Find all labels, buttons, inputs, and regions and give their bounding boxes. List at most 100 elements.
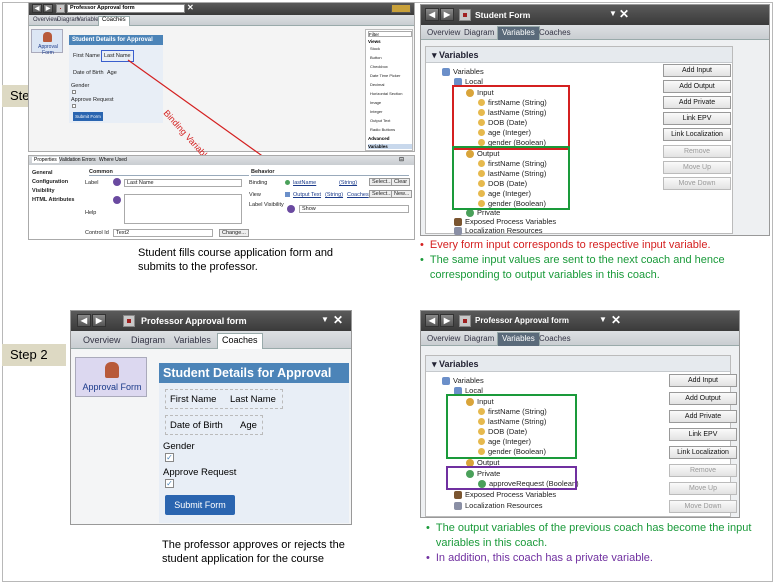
step2-notes: • The output variables of the previous co…: [426, 521, 766, 566]
epv-icon: [454, 490, 462, 499]
dob-label: Date of Birth: [170, 420, 223, 431]
nav-visibility[interactable]: Visibility: [32, 188, 55, 194]
nav-general[interactable]: General: [32, 170, 52, 176]
student-titlebar: ◀ ▶ Student Form ▼ ✕: [421, 5, 769, 25]
tree-label: Exposed Process Variables: [465, 217, 557, 226]
add-input-button[interactable]: Add Input: [669, 374, 737, 387]
add-output-button[interactable]: Add Output: [669, 392, 737, 405]
form-header: Student Details for Approval: [159, 363, 349, 383]
forward-arrow-icon[interactable]: ▶: [440, 314, 454, 327]
add-private-button[interactable]: Add Private: [663, 96, 731, 109]
tab-variables[interactable]: Variables: [497, 332, 540, 346]
link-localization-button[interactable]: Link Localization: [669, 446, 737, 459]
tab-variables[interactable]: Variables: [174, 335, 211, 345]
tab-coaches[interactable]: Coaches: [539, 334, 571, 343]
tab-overview[interactable]: Overview: [427, 28, 460, 37]
collapse-icon[interactable]: ▾: [432, 50, 439, 60]
view-value[interactable]: Output Text: [293, 192, 321, 198]
move-down-button[interactable]: Move Down: [663, 177, 731, 190]
remove-button[interactable]: Remove: [669, 464, 737, 477]
nav-configuration[interactable]: Configuration: [32, 179, 68, 185]
add-output-button[interactable]: Add Output: [663, 80, 731, 93]
add-input-button[interactable]: Add Input: [663, 64, 731, 77]
link-epv-button[interactable]: Link EPV: [669, 428, 737, 441]
gender-checkbox[interactable]: ✓: [165, 453, 174, 462]
back-arrow-icon[interactable]: ◀: [425, 8, 439, 21]
submit-form-button[interactable]: Submit Form: [165, 495, 235, 515]
close-icon[interactable]: ✕: [619, 7, 629, 21]
step2-form-window: ◀ ▶ Professor Approval form ▼ ✕ Overview…: [70, 310, 352, 525]
tab-properties[interactable]: Properties: [32, 157, 59, 163]
approve-checkbox[interactable]: ✓: [165, 479, 174, 488]
new-view-button[interactable]: New...: [391, 190, 413, 198]
label-field[interactable]: Last Name: [124, 179, 242, 187]
tab-where-used[interactable]: Where Used: [99, 157, 127, 163]
window-title: Professor Approval form: [475, 316, 569, 325]
dropdown-icon[interactable]: ▼: [609, 9, 617, 18]
label-visibility-select[interactable]: Show: [299, 205, 409, 213]
move-up-button[interactable]: Move Up: [663, 161, 731, 174]
visibility-binding-icon[interactable]: [287, 205, 295, 213]
close-icon[interactable]: ✕: [611, 313, 621, 327]
tab-overview[interactable]: Overview: [83, 335, 121, 345]
tab-diagram[interactable]: Diagram: [464, 334, 494, 343]
note-item: • Every form input corresponds to respect…: [420, 239, 711, 251]
note-item: • In addition, this coach has a private v…: [426, 552, 653, 564]
move-up-button[interactable]: Move Up: [669, 482, 737, 495]
tree-exposed[interactable]: Exposed Process Variables: [454, 490, 556, 499]
nav-html-attributes[interactable]: HTML Attributes: [32, 197, 74, 203]
control-id-field[interactable]: Text2: [113, 229, 213, 237]
tab-overview[interactable]: Overview: [427, 334, 460, 343]
tab-validation-errors[interactable]: Validation Errors: [59, 157, 96, 163]
view-coaches-link[interactable]: Coaches: [347, 192, 369, 198]
variables-folder-icon: [442, 67, 450, 76]
help-binding-icon[interactable]: [113, 196, 121, 204]
approve-request-label: Approve Request: [163, 467, 237, 478]
dropdown-icon[interactable]: ▼: [599, 315, 607, 324]
tab-coaches[interactable]: Coaches: [217, 333, 263, 349]
dropdown-icon[interactable]: ▼: [321, 315, 329, 324]
person-icon: [105, 362, 119, 378]
tab-variables[interactable]: Variables: [497, 26, 540, 40]
clear-binding-button[interactable]: Clear: [391, 178, 411, 186]
view-icon: [285, 192, 290, 197]
variables-section-header[interactable]: ▾ Variables: [426, 356, 730, 372]
panel-menu-icon[interactable]: ⊟: [399, 156, 404, 163]
common-title: Common: [89, 169, 249, 176]
forward-arrow-icon[interactable]: ▶: [92, 314, 106, 327]
link-epv-button[interactable]: Link EPV: [663, 112, 731, 125]
tree-exposed[interactable]: Exposed Process Variables: [454, 217, 556, 226]
tree-variables-root[interactable]: Variables: [442, 376, 484, 385]
remove-button[interactable]: Remove: [663, 145, 731, 158]
link-localization-button[interactable]: Link Localization: [663, 128, 731, 141]
move-down-button[interactable]: Move Down: [669, 500, 737, 513]
palette-approval-form[interactable]: Approval Form: [75, 357, 147, 397]
binding-caption: Binding: [249, 180, 268, 186]
tab-diagram[interactable]: Diagram: [131, 335, 165, 345]
close-icon[interactable]: ✕: [333, 313, 343, 327]
variables-section-header[interactable]: ▾ Variables: [426, 47, 732, 63]
note-item: • The output variables of the previous co…: [426, 521, 766, 551]
private-highlight-box: [446, 466, 577, 490]
help-caption: Help: [85, 210, 97, 216]
add-private-button[interactable]: Add Private: [669, 410, 737, 423]
step1-caption: Student fills course application form an…: [138, 247, 334, 273]
dob-row: Date of Birth Age: [165, 415, 263, 435]
localization-icon: [454, 501, 462, 510]
tree-label: Variables: [453, 376, 484, 385]
tree-variables-root[interactable]: Variables: [442, 67, 484, 76]
tree-localization[interactable]: Localization Resources: [454, 226, 543, 235]
back-arrow-icon[interactable]: ◀: [77, 314, 91, 327]
label-binding-icon[interactable]: [113, 178, 121, 186]
tree-localization[interactable]: Localization Resources: [454, 501, 543, 510]
tab-coaches[interactable]: Coaches: [539, 28, 571, 37]
binding-value[interactable]: lastName: [293, 180, 316, 186]
help-field[interactable]: [124, 194, 242, 224]
forward-arrow-icon[interactable]: ▶: [440, 8, 454, 21]
input-highlight-box: [446, 394, 577, 459]
tab-diagram[interactable]: Diagram: [464, 28, 494, 37]
change-button[interactable]: Change...: [219, 229, 249, 237]
collapse-icon[interactable]: ▾: [432, 359, 439, 369]
last-name-label: Last Name: [230, 394, 276, 405]
back-arrow-icon[interactable]: ◀: [425, 314, 439, 327]
